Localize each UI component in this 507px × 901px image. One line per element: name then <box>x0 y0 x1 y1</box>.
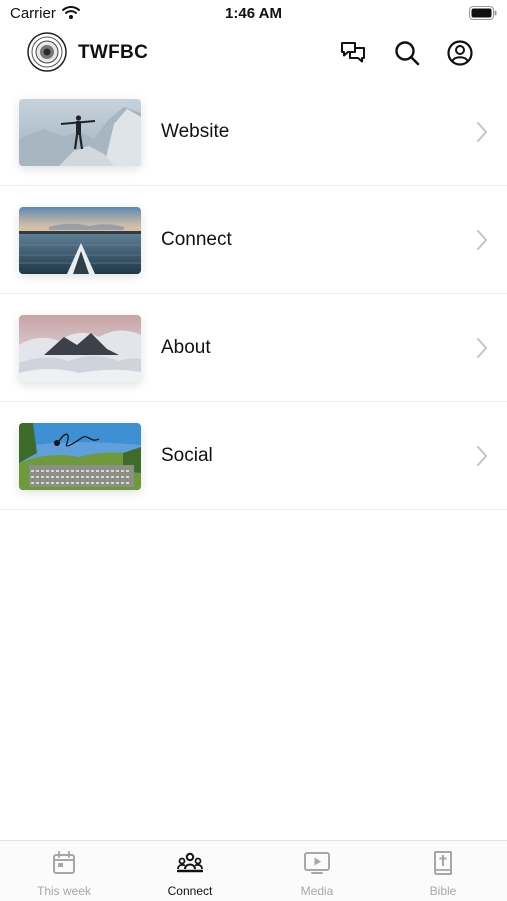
chevron-right-icon <box>475 444 489 468</box>
tab-label: Media <box>300 884 334 898</box>
tab-label: This week <box>36 884 92 898</box>
chat-icon[interactable] <box>339 39 367 67</box>
menu-item-label: About <box>161 337 211 358</box>
tab-bible[interactable]: Bible <box>380 841 506 901</box>
connect-menu-list: Website Connect About Social <box>0 78 507 510</box>
website-thumbnail <box>19 99 141 166</box>
status-bar: Carrier 1:46 AM <box>0 0 507 28</box>
tab-connect[interactable]: Connect <box>127 841 253 901</box>
menu-item-about[interactable]: About <box>0 294 507 402</box>
bottom-tab-bar: This week Connect Media Bible <box>0 840 507 901</box>
menu-item-website[interactable]: Website <box>0 78 507 186</box>
bible-icon <box>430 850 456 876</box>
app-header: TWFBC <box>0 28 507 78</box>
tab-label: Connect <box>167 884 213 898</box>
connect-thumbnail <box>19 207 141 274</box>
social-thumbnail <box>19 423 141 490</box>
status-time: 1:46 AM <box>225 5 282 22</box>
menu-item-label: Connect <box>161 229 232 250</box>
tab-label: Bible <box>429 884 457 898</box>
app-title: TWFBC <box>78 42 149 63</box>
account-icon[interactable] <box>446 39 474 67</box>
people-icon <box>176 850 204 876</box>
chevron-right-icon <box>475 120 489 144</box>
tab-this-week[interactable]: This week <box>1 841 127 901</box>
menu-item-connect[interactable]: Connect <box>0 186 507 294</box>
chevron-right-icon <box>475 336 489 360</box>
menu-item-label: Website <box>161 121 230 142</box>
play-icon <box>304 850 330 876</box>
battery-icon <box>469 6 497 25</box>
calendar-icon <box>51 850 77 876</box>
menu-item-label: Social <box>161 445 213 466</box>
about-thumbnail <box>19 315 141 382</box>
tab-media[interactable]: Media <box>254 841 380 901</box>
chevron-right-icon <box>475 228 489 252</box>
church-logo-icon[interactable] <box>27 32 67 72</box>
search-icon[interactable] <box>393 39 421 67</box>
menu-item-social[interactable]: Social <box>0 402 507 510</box>
